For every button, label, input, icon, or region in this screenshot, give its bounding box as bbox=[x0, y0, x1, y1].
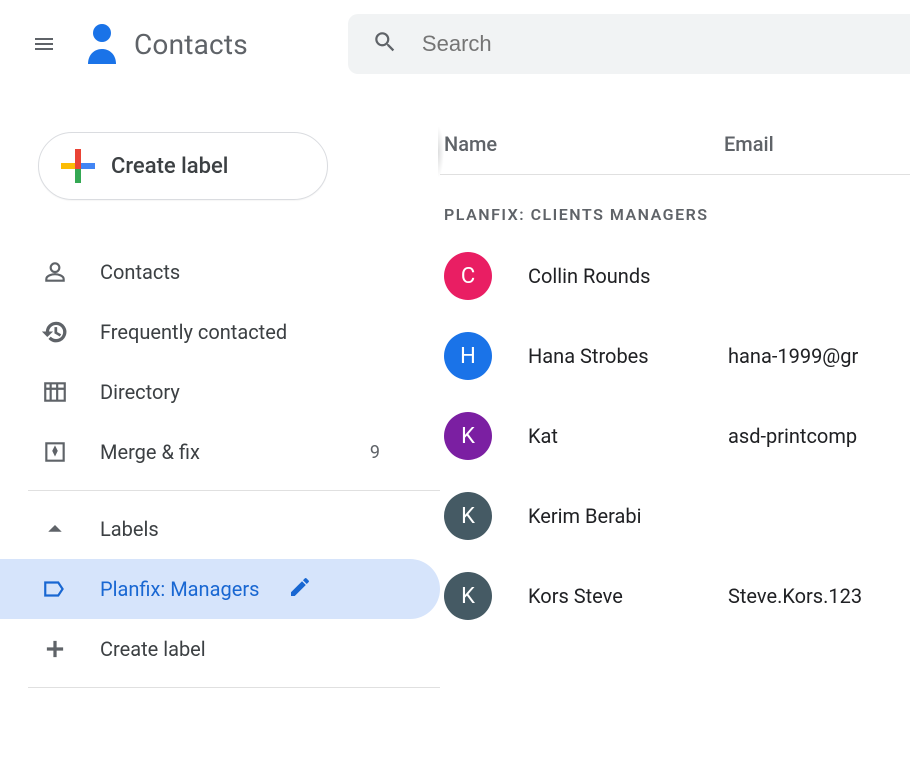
app-header: Contacts bbox=[0, 0, 910, 88]
merge-fix-count: 9 bbox=[370, 442, 380, 463]
history-icon bbox=[42, 319, 68, 345]
search-icon bbox=[372, 29, 398, 59]
avatar: C bbox=[444, 252, 492, 300]
divider bbox=[28, 490, 440, 491]
sidebar-create-label[interactable]: Create label bbox=[0, 619, 440, 679]
avatar: K bbox=[444, 572, 492, 620]
label-icon bbox=[42, 576, 68, 602]
sidebar: Create label Contacts Frequently contact… bbox=[0, 88, 440, 780]
contact-group-title: PLANFIX: CLIENTS MANAGERS bbox=[444, 205, 910, 224]
contact-name: Hana Strobes bbox=[528, 344, 728, 368]
sidebar-item-directory[interactable]: Directory bbox=[0, 362, 440, 422]
avatar: H bbox=[444, 332, 492, 380]
pencil-icon bbox=[288, 575, 312, 599]
contact-name: Kerim Berabi bbox=[528, 504, 728, 528]
trash-icon bbox=[330, 575, 354, 599]
contact-name: Kat bbox=[528, 424, 728, 448]
app-logo[interactable]: Contacts bbox=[76, 22, 248, 66]
plus-icon bbox=[42, 636, 68, 662]
app-title: Contacts bbox=[134, 28, 248, 61]
column-header-name[interactable]: Name bbox=[444, 132, 724, 156]
column-headers: Name Email bbox=[440, 132, 910, 175]
contact-list-panel: Name Email PLANFIX: CLIENTS MANAGERS C Co… bbox=[440, 88, 910, 780]
contact-row[interactable]: H Hana Strobeshana-1999@gr bbox=[440, 316, 910, 396]
create-contact-label: Create label bbox=[111, 154, 228, 179]
contacts-logo-icon bbox=[76, 22, 120, 66]
sidebar-item-label: Directory bbox=[100, 380, 180, 404]
sidebar-item-contacts[interactable]: Contacts bbox=[0, 242, 440, 302]
column-header-email[interactable]: Email bbox=[724, 132, 910, 156]
divider bbox=[28, 687, 440, 688]
plus-icon bbox=[61, 149, 95, 183]
avatar: K bbox=[444, 492, 492, 540]
hamburger-icon bbox=[32, 32, 56, 56]
sidebar-label-text: Planfix: Managers bbox=[100, 577, 280, 601]
search-input[interactable] bbox=[422, 31, 910, 57]
directory-icon bbox=[42, 379, 68, 405]
contact-row[interactable]: K Katasd-printcomp bbox=[440, 396, 910, 476]
delete-label-button[interactable] bbox=[330, 575, 354, 604]
contact-email: asd-printcomp bbox=[728, 424, 910, 448]
sidebar-item-frequent[interactable]: Frequently contacted bbox=[0, 302, 440, 362]
search-bar[interactable] bbox=[348, 14, 910, 74]
contact-row[interactable]: C Collin Rounds bbox=[440, 236, 910, 316]
contact-row[interactable]: K Kors SteveSteve.Kors.123 bbox=[440, 556, 910, 636]
sidebar-item-label: Frequently contacted bbox=[100, 320, 287, 344]
merge-fix-icon bbox=[42, 439, 68, 465]
chevron-up-icon bbox=[42, 516, 68, 542]
contact-name: Collin Rounds bbox=[528, 264, 728, 288]
sidebar-item-label: Create label bbox=[100, 637, 206, 661]
sidebar-item-label: Merge & fix bbox=[100, 440, 200, 464]
sidebar-label-planfix-managers[interactable]: Planfix: Managers bbox=[0, 559, 440, 619]
create-contact-button[interactable]: Create label bbox=[38, 132, 328, 200]
contact-row[interactable]: K Kerim Berabi bbox=[440, 476, 910, 556]
contact-email: Steve.Kors.123 bbox=[728, 584, 910, 608]
sidebar-item-label: Contacts bbox=[100, 260, 180, 284]
labels-header-label: Labels bbox=[100, 517, 159, 541]
contact-name: Kors Steve bbox=[528, 584, 728, 608]
sidebar-item-merge-fix[interactable]: Merge & fix 9 bbox=[0, 422, 440, 482]
person-icon bbox=[42, 259, 68, 285]
contact-email: hana-1999@gr bbox=[728, 344, 910, 368]
avatar: K bbox=[444, 412, 492, 460]
edit-label-button[interactable] bbox=[288, 575, 312, 604]
main-menu-button[interactable] bbox=[20, 20, 68, 68]
sidebar-labels-header[interactable]: Labels bbox=[0, 499, 440, 559]
